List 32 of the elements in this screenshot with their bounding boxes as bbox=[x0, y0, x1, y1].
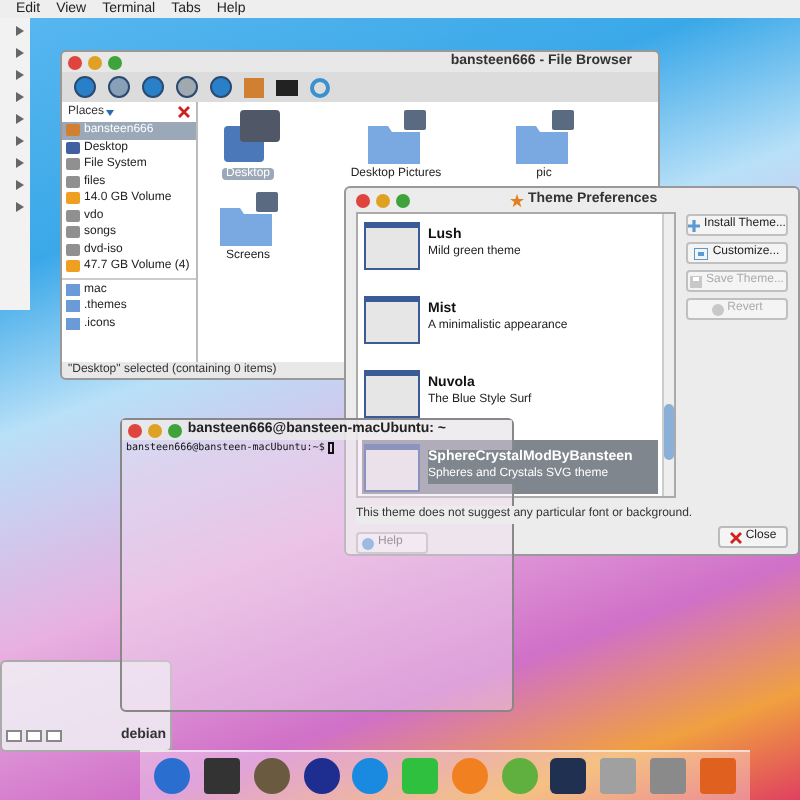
submenu-arrow-icon bbox=[16, 158, 24, 168]
submenu-arrow-icon bbox=[16, 180, 24, 190]
minimize-icon[interactable] bbox=[88, 55, 102, 69]
submenu-arrow-icon bbox=[16, 114, 24, 124]
plus-icon bbox=[688, 219, 701, 231]
minimize-icon[interactable] bbox=[376, 193, 390, 207]
save-icon bbox=[690, 275, 703, 287]
close-icon[interactable] bbox=[128, 423, 142, 437]
submenu-arrow-icon bbox=[16, 136, 24, 146]
minimize-icon[interactable] bbox=[148, 423, 162, 437]
maximize-icon[interactable] bbox=[396, 193, 410, 207]
folder-icon bbox=[512, 110, 576, 166]
close-icon[interactable] bbox=[178, 106, 190, 118]
customize-icon bbox=[694, 247, 709, 259]
submenu-arrow-icon bbox=[16, 70, 24, 80]
theme-preview bbox=[364, 221, 420, 269]
maximize-icon[interactable] bbox=[108, 55, 122, 69]
submenu-arrow-icon bbox=[16, 92, 24, 102]
close-icon[interactable] bbox=[68, 55, 82, 69]
submenu-arrow-icon bbox=[16, 202, 24, 212]
maximize-icon[interactable] bbox=[168, 423, 182, 437]
scrollbar-thumb[interactable] bbox=[664, 404, 674, 460]
folder-icon bbox=[364, 110, 428, 166]
close-icon[interactable] bbox=[356, 193, 370, 207]
folder-icon bbox=[216, 192, 280, 248]
terminal-cursor bbox=[328, 442, 335, 454]
caret-icon bbox=[106, 109, 115, 115]
submenu-arrow-icon bbox=[16, 48, 24, 58]
theme-preview bbox=[364, 295, 420, 343]
theme-preview bbox=[364, 443, 420, 491]
close-icon bbox=[729, 531, 742, 543]
submenu-arrow-icon bbox=[16, 26, 24, 36]
